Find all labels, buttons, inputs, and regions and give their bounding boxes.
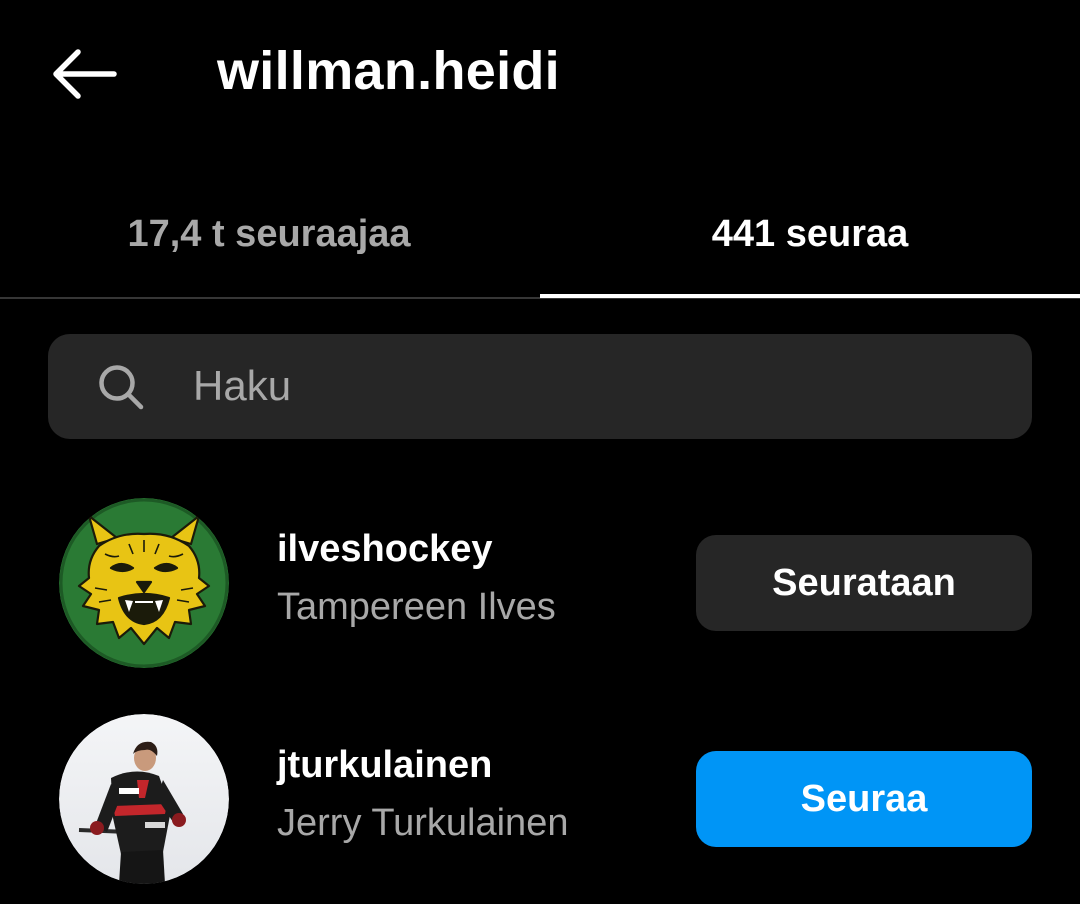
following-button[interactable]: Seurataan — [696, 535, 1032, 631]
arrow-left-icon — [53, 49, 117, 99]
tab-following[interactable]: 441 seuraa — [540, 170, 1080, 298]
username[interactable]: ilveshockey — [277, 528, 492, 571]
follow-tabs: 17,4 t seuraajaa 441 seuraa — [0, 170, 1080, 300]
list-item: jturkulainen Jerry Turkulainen Seuraa — [0, 714, 1080, 886]
search-input[interactable] — [193, 350, 993, 422]
hockey-player-photo-icon — [59, 714, 229, 884]
tab-followers-label: 17,4 t seuraajaa — [127, 212, 411, 255]
list-item: ilveshockey Tampereen Ilves Seurataan — [0, 498, 1080, 670]
active-tab-indicator — [540, 294, 1080, 298]
follow-button[interactable]: Seuraa — [696, 751, 1032, 847]
back-button[interactable] — [40, 36, 126, 112]
tab-followers[interactable]: 17,4 t seuraajaa — [0, 170, 540, 298]
lynx-logo-icon — [59, 498, 229, 668]
full-name: Jerry Turkulainen — [277, 802, 569, 844]
page-title: willman.heidi — [217, 41, 560, 101]
top-bar: willman.heidi — [0, 0, 1080, 150]
full-name: Tampereen Ilves — [277, 586, 556, 628]
username[interactable]: jturkulainen — [277, 744, 492, 787]
avatar[interactable] — [59, 714, 229, 884]
search-icon — [99, 365, 144, 410]
tab-following-label: 441 seuraa — [711, 212, 909, 255]
avatar[interactable] — [59, 498, 229, 668]
